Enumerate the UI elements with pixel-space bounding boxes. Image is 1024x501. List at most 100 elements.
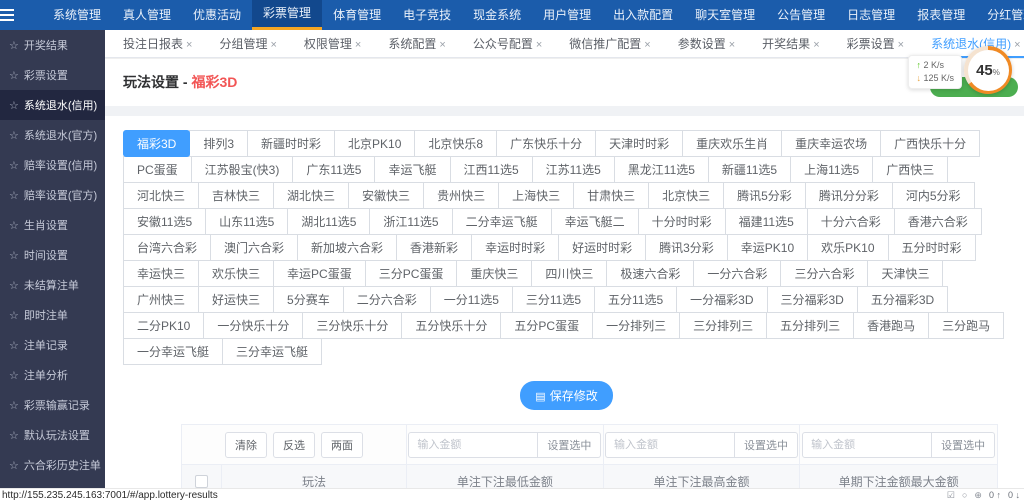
sidebar-item[interactable]: ☆ 赔率设置(官方): [0, 180, 105, 210]
lottery-type-button[interactable]: 香港跑马: [853, 312, 930, 339]
lottery-type-button[interactable]: 腾讯5分彩: [723, 182, 806, 209]
lottery-type-button[interactable]: 重庆快三: [456, 260, 533, 287]
lottery-type-button[interactable]: 幸运飞艇二: [550, 208, 639, 235]
lottery-type-button[interactable]: 二分六合彩: [342, 286, 431, 313]
close-tab-icon[interactable]: ×: [1014, 39, 1020, 51]
sidebar-item[interactable]: ☆ 默认玩法设置: [0, 420, 105, 450]
sidebar-item[interactable]: ☆ 系统退水(官方): [0, 120, 105, 150]
sidebar-item[interactable]: ☆ 生肖设置: [0, 210, 105, 240]
lottery-type-button[interactable]: 北京快乐8: [414, 130, 498, 157]
lottery-type-button[interactable]: 排列3: [189, 130, 249, 157]
sidebar-item[interactable]: ☆ 注单分析: [0, 360, 105, 390]
menu-item[interactable]: 电子竞技: [392, 0, 462, 30]
lottery-type-button[interactable]: 三分11选5: [511, 286, 596, 313]
lottery-type-button[interactable]: 五分福彩3D: [856, 286, 949, 313]
lottery-type-button[interactable]: 好运时时彩: [558, 234, 647, 261]
menu-item[interactable]: 现金系统: [462, 0, 532, 30]
lottery-type-button[interactable]: 一分幸运飞艇: [123, 338, 224, 365]
menu-item[interactable]: 出入款配置: [602, 0, 684, 30]
lottery-type-button[interactable]: 三分六合彩: [780, 260, 869, 287]
close-tab-icon[interactable]: ×: [270, 39, 276, 51]
close-tab-icon[interactable]: ×: [729, 39, 735, 51]
lottery-type-button[interactable]: 二分PK10: [123, 312, 205, 339]
usage-gauge[interactable]: 45%: [964, 46, 1012, 94]
lottery-type-button[interactable]: 幸运飞艇: [374, 156, 451, 183]
lottery-type-button[interactable]: 三分福彩3D: [766, 286, 858, 313]
lottery-type-button[interactable]: 江苏11选5: [531, 156, 615, 183]
menu-item[interactable]: 报表管理: [906, 0, 976, 30]
page-tab[interactable]: 微信推广配置 ×: [569, 30, 650, 58]
lottery-type-button[interactable]: 极速六合彩: [606, 260, 695, 287]
lottery-type-button[interactable]: 三分幸运飞艇: [222, 338, 323, 365]
page-tab[interactable]: 系统配置 ×: [388, 30, 445, 58]
save-button[interactable]: ▤ 保存修改: [520, 381, 613, 410]
circle-icon[interactable]: ○: [962, 490, 967, 500]
sidebar-item[interactable]: ☆ 六合彩历史注单: [0, 450, 105, 480]
sidebar-item[interactable]: ☆ 时间设置: [0, 240, 105, 270]
lottery-type-button[interactable]: 五分11选5: [594, 286, 678, 313]
close-tab-icon[interactable]: ×: [186, 39, 192, 51]
period-max-amount-input[interactable]: [802, 431, 933, 458]
page-tab[interactable]: 分组管理 ×: [219, 30, 276, 58]
lottery-type-button[interactable]: 四川快三: [531, 260, 608, 287]
menu-item[interactable]: 用户管理: [532, 0, 602, 30]
lottery-type-button[interactable]: 江西11选5: [449, 156, 533, 183]
lottery-type-button[interactable]: 一分六合彩: [693, 260, 782, 287]
menu-item[interactable]: 彩票管理: [252, 0, 323, 30]
lottery-type-button[interactable]: 一分快乐十分: [203, 312, 304, 339]
lottery-type-button[interactable]: 台湾六合彩: [123, 234, 212, 261]
menu-item[interactable]: 分红管理: [976, 0, 1024, 30]
lottery-type-button[interactable]: 福彩3D: [123, 130, 191, 157]
lottery-type-button[interactable]: 新疆11选5: [707, 156, 792, 183]
sidebar-item[interactable]: ☆ 彩票设置: [0, 60, 105, 90]
lottery-type-button[interactable]: 好运快三: [198, 286, 275, 313]
lottery-type-button[interactable]: 广西快三: [872, 156, 949, 183]
lottery-type-button[interactable]: 五分快乐十分: [401, 312, 502, 339]
close-tab-icon[interactable]: ×: [898, 39, 904, 51]
sidebar-item[interactable]: ☆ 系统退水(信用): [0, 90, 105, 120]
lottery-type-button[interactable]: 甘肃快三: [573, 182, 650, 209]
lottery-type-button[interactable]: PC蛋蛋: [123, 156, 192, 183]
lottery-type-button[interactable]: 山东11选5: [205, 208, 289, 235]
clear-button[interactable]: 清除: [225, 431, 267, 458]
close-tab-icon[interactable]: ×: [439, 39, 445, 51]
lottery-type-button[interactable]: 香港六合彩: [893, 208, 982, 235]
page-tab[interactable]: 公众号配置 ×: [473, 30, 542, 58]
lottery-type-button[interactable]: 幸运快三: [123, 260, 200, 287]
lottery-type-button[interactable]: 三分PC蛋蛋: [364, 260, 458, 287]
plus-circle-icon[interactable]: ⊕: [974, 490, 982, 501]
min-amount-input[interactable]: [408, 431, 539, 458]
lottery-type-button[interactable]: 一分11选5: [429, 286, 513, 313]
invert-selection-button[interactable]: 反选: [273, 431, 315, 458]
lottery-type-button[interactable]: 五分PC蛋蛋: [500, 312, 594, 339]
sidebar-item[interactable]: ☆ 彩票输赢记录: [0, 390, 105, 420]
lottery-type-button[interactable]: 5分赛车: [273, 286, 344, 313]
lottery-type-button[interactable]: 腾讯3分彩: [645, 234, 728, 261]
set-selected-max-button[interactable]: 设置选中: [734, 431, 798, 458]
lottery-type-button[interactable]: 广州快三: [123, 286, 200, 313]
lottery-type-button[interactable]: 湖北快三: [273, 182, 350, 209]
page-tab[interactable]: 参数设置 ×: [678, 30, 735, 58]
menu-item[interactable]: 聊天室管理: [684, 0, 766, 30]
lottery-type-button[interactable]: 江苏骰宝(快3): [190, 156, 294, 183]
menu-item[interactable]: 体育管理: [322, 0, 392, 30]
lottery-type-button[interactable]: 香港新彩: [396, 234, 473, 261]
lottery-type-button[interactable]: 新疆时时彩: [247, 130, 336, 157]
lottery-type-button[interactable]: 三分排列三: [679, 312, 768, 339]
sidebar-item[interactable]: ☆ 赔率设置(信用): [0, 150, 105, 180]
max-amount-input[interactable]: [604, 431, 735, 458]
lottery-type-button[interactable]: 重庆幸运农场: [781, 130, 882, 157]
lottery-type-button[interactable]: 北京快三: [648, 182, 725, 209]
sidebar-item[interactable]: ☆ 注单记录: [0, 330, 105, 360]
check-square-icon[interactable]: ☑: [947, 490, 955, 501]
lottery-type-button[interactable]: 天津快三: [867, 260, 944, 287]
lottery-type-button[interactable]: 欢乐PK10: [807, 234, 889, 261]
lottery-type-button[interactable]: 广东11选5: [292, 156, 376, 183]
lottery-type-button[interactable]: 五分时时彩: [887, 234, 976, 261]
lottery-type-button[interactable]: 重庆欢乐生肖: [682, 130, 783, 157]
lottery-type-button[interactable]: 腾讯分分彩: [804, 182, 893, 209]
lottery-type-button[interactable]: 三分跑马: [928, 312, 1005, 339]
sidebar-item[interactable]: ☆ 未结算注单: [0, 270, 105, 300]
lottery-type-button[interactable]: 十分时时彩: [637, 208, 726, 235]
lottery-type-button[interactable]: 河内5分彩: [891, 182, 975, 209]
